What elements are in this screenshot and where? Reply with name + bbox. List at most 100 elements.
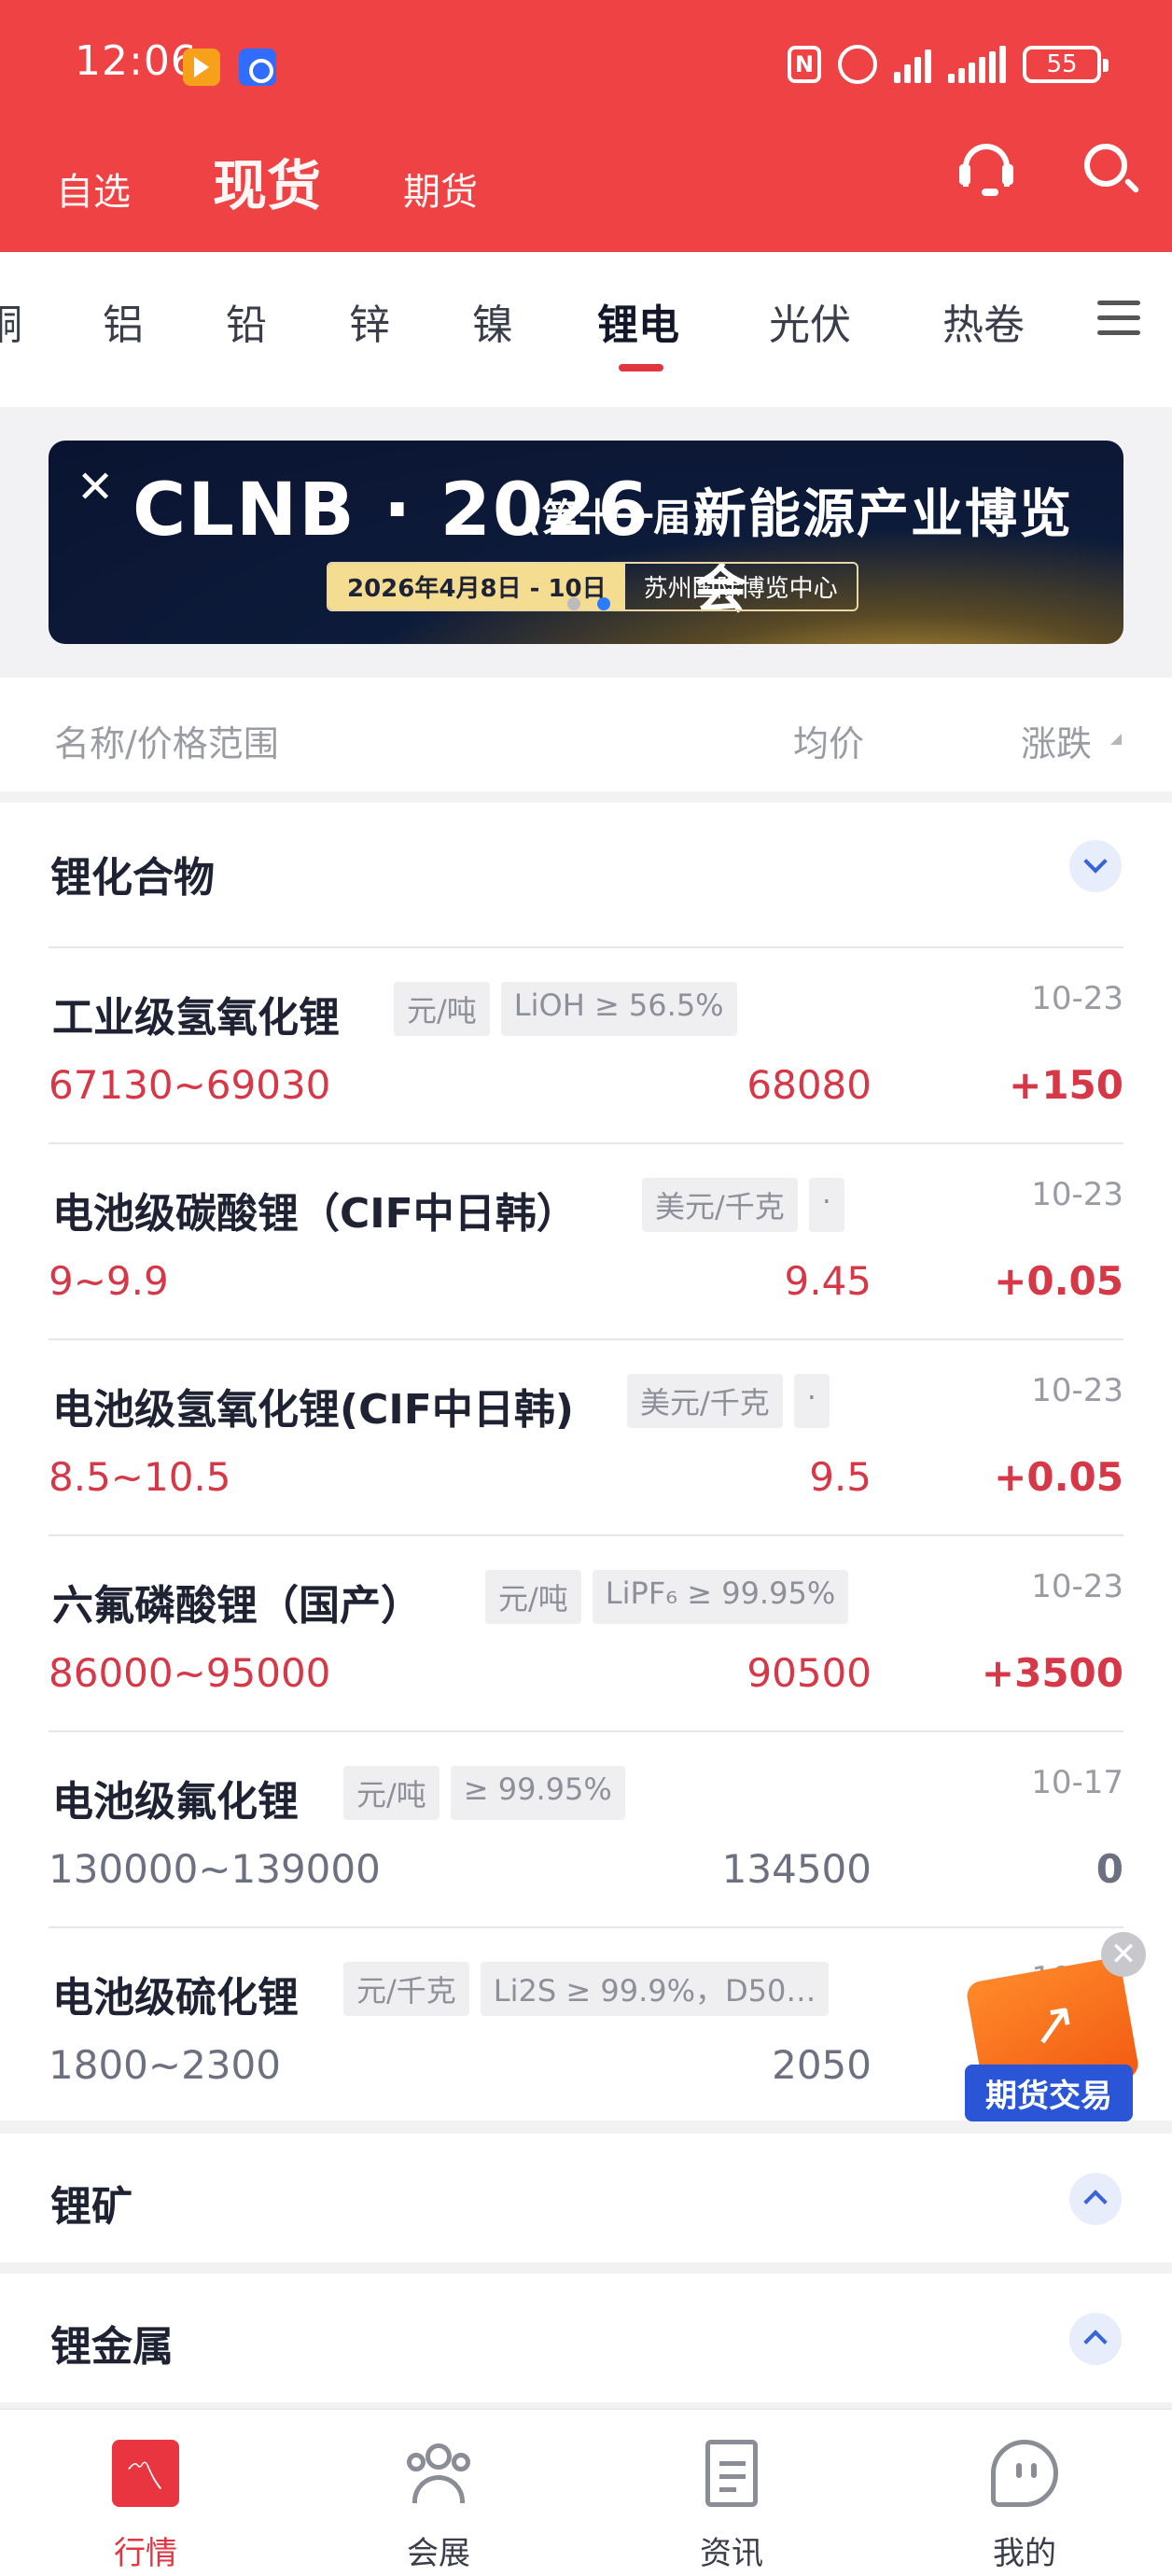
sort-icon[interactable]: [1110, 734, 1122, 745]
price-date: 10-23: [1031, 1372, 1123, 1409]
table-row[interactable]: 电池级碳酸锂（CIF中日韩） 美元/千克 · 10-23 9~9.9 9.45 …: [49, 1142, 1123, 1338]
group-title: 锂金属: [50, 2323, 174, 2371]
category-tab-aluminum[interactable]: 铝: [103, 291, 144, 351]
active-tab-indicator: [619, 364, 663, 371]
price-date: 10-23: [1031, 980, 1123, 1017]
top-tabs: 自选 现货 期货: [56, 142, 478, 220]
signal-icon-2: [948, 46, 1006, 83]
nav-label: 会展: [407, 2535, 470, 2572]
unit-tag: 元/吨: [485, 1570, 581, 1624]
product-name: 电池级氢氧化锂(CIF中日韩): [52, 1386, 574, 1434]
spec-tag: ≥ 99.95%: [450, 1766, 625, 1820]
price-change: +150: [1009, 1062, 1123, 1108]
banner-venue: 苏州国际博览中心: [643, 575, 838, 603]
price-range: 8.5~10.5: [49, 1454, 231, 1500]
price-range: 1800~2300: [49, 2042, 281, 2088]
unit-tag: 元/吨: [343, 1766, 440, 1820]
profile-icon: [991, 2440, 1058, 2507]
product-name: 电池级碳酸锂（CIF中日韩）: [52, 1190, 578, 1238]
table-row[interactable]: 六氟磷酸锂（国产） 元/吨 LiPF₆ ≥ 99.95% 10-23 86000…: [49, 1534, 1123, 1730]
nav-label: 资讯: [700, 2535, 763, 2572]
header-change[interactable]: 涨跌: [1021, 715, 1092, 766]
signal-icon: [894, 46, 931, 83]
nfc-icon: N: [788, 46, 821, 83]
category-tab-photovoltaic[interactable]: 光伏: [769, 291, 851, 351]
category-tab-zinc[interactable]: 锌: [349, 291, 390, 351]
category-tab-bar: 铜 铝 铅 锌 镍 锂电 光伏 热卷: [0, 252, 1172, 407]
table-header: 名称/价格范围 均价 涨跌: [0, 678, 1172, 791]
system-icons: N 55: [788, 45, 1109, 84]
nav-label: 我的: [993, 2535, 1056, 2572]
price-range: 130000~139000: [49, 1846, 381, 1892]
group-lithium-compounds: 锂化合物 工业级氢氧化锂 元/吨 LiOH ≥ 56.5% 10-23 6713…: [0, 803, 1172, 2121]
table-row[interactable]: 电池级氢氧化锂(CIF中日韩) 美元/千克 · 10-23 8.5~10.5 9…: [49, 1338, 1123, 1534]
table-row[interactable]: 电池级氟化锂 元/吨 ≥ 99.95% 10-17 130000~139000 …: [49, 1730, 1123, 1926]
product-tags: 美元/千克 ·: [627, 1374, 830, 1428]
price-range: 86000~95000: [49, 1650, 331, 1696]
group-lithium-metal[interactable]: 锂金属: [0, 2274, 1172, 2402]
banner-dot-active: [597, 597, 610, 610]
banner-edition: (第十一届): [524, 497, 708, 539]
alarm-icon: [838, 45, 877, 84]
search-icon[interactable]: [1081, 140, 1142, 202]
product-name: 工业级氢氧化锂: [52, 994, 340, 1042]
product-tags: 元/吨 ≥ 99.95%: [343, 1766, 625, 1820]
status-time: 12:06: [75, 37, 198, 85]
news-icon: [705, 2440, 758, 2507]
avg-price: 9.45: [784, 1258, 872, 1304]
unit-tag: 元/吨: [394, 982, 490, 1036]
price-change: +3500: [981, 1650, 1123, 1696]
price-date: 10-23: [1031, 1568, 1123, 1605]
price-change: 0: [1095, 1846, 1123, 1892]
banner-dot: [567, 597, 580, 610]
avg-price: 2050: [772, 2042, 872, 2088]
banner-close-icon[interactable]: ✕: [77, 465, 114, 510]
price-change: +0.05: [994, 1454, 1123, 1500]
float-ad-label: 期货交易: [965, 2065, 1133, 2121]
app-header: 12:06 N 55 自选 现货 期货: [0, 0, 1172, 252]
unit-tag: 美元/千克: [627, 1374, 783, 1428]
product-tags: 美元/千克 ·: [642, 1178, 844, 1232]
tab-futures[interactable]: 期货: [403, 161, 478, 216]
price-change: +0.05: [994, 1258, 1123, 1304]
avg-price: 90500: [746, 1650, 872, 1696]
group-lithium-ore[interactable]: 锂矿: [0, 2134, 1172, 2262]
chevron-down-icon[interactable]: [1069, 840, 1122, 892]
category-tab-lithium-battery[interactable]: 锂电: [597, 291, 679, 351]
table-row[interactable]: 电池级硫化锂 元/千克 Li2S ≥ 99.9%，D50… 10-23 1800…: [49, 1926, 1123, 2122]
futures-trading-float-button[interactable]: ↗ 期货交易 ✕: [964, 1932, 1146, 2132]
price-range: 9~9.9: [49, 1258, 169, 1304]
expo-banner[interactable]: ✕ CLNB · 2026 (第十一届) 新能源产业博览会 2026年4月8日 …: [49, 441, 1123, 644]
status-bar: 12:06 N 55: [0, 0, 1172, 131]
product-tags: 元/吨 LiOH ≥ 56.5%: [394, 982, 737, 1036]
customer-service-icon[interactable]: [956, 140, 1017, 202]
banner-pagination: [567, 597, 610, 610]
group-title: 锂矿: [50, 2183, 133, 2231]
product-tags: 元/千克 Li2S ≥ 99.9%，D50…: [343, 1962, 830, 2016]
chevron-up-icon[interactable]: [1069, 2173, 1122, 2225]
table-row[interactable]: 工业级氢氧化锂 元/吨 LiOH ≥ 56.5% 10-23 67130~690…: [49, 946, 1123, 1142]
expo-icon: [405, 2440, 472, 2507]
tab-spot[interactable]: 现货: [213, 142, 321, 220]
chevron-up-icon[interactable]: [1069, 2313, 1122, 2365]
avg-price: 68080: [746, 1062, 872, 1108]
price-date: 10-17: [1031, 1764, 1123, 1801]
tab-watchlist[interactable]: 自选: [56, 161, 131, 216]
battery-icon: 55: [1023, 46, 1109, 83]
menu-icon[interactable]: [1097, 301, 1140, 338]
header-avg: 均价: [793, 723, 865, 764]
product-tags: 元/吨 LiPF₆ ≥ 99.95%: [485, 1570, 849, 1624]
category-tab-hot-rolled-coil[interactable]: 热卷: [942, 291, 1025, 351]
category-tab-lead[interactable]: 铅: [226, 291, 267, 351]
category-tab-copper[interactable]: 铜: [0, 291, 22, 351]
product-name: 电池级硫化锂: [52, 1974, 299, 2022]
product-name: 电池级氟化锂: [52, 1778, 299, 1826]
price-range: 67130~69030: [49, 1062, 331, 1108]
browser-app-icon: [239, 49, 276, 86]
spec-tag: LiOH ≥ 56.5%: [500, 982, 737, 1036]
float-ad-close-icon[interactable]: ✕: [1101, 1932, 1146, 1977]
header-name: 名称/价格范围: [54, 723, 279, 764]
unit-tag: 美元/千克: [642, 1178, 798, 1232]
category-tab-nickel[interactable]: 镍: [472, 291, 513, 351]
avg-price: 134500: [721, 1846, 872, 1892]
